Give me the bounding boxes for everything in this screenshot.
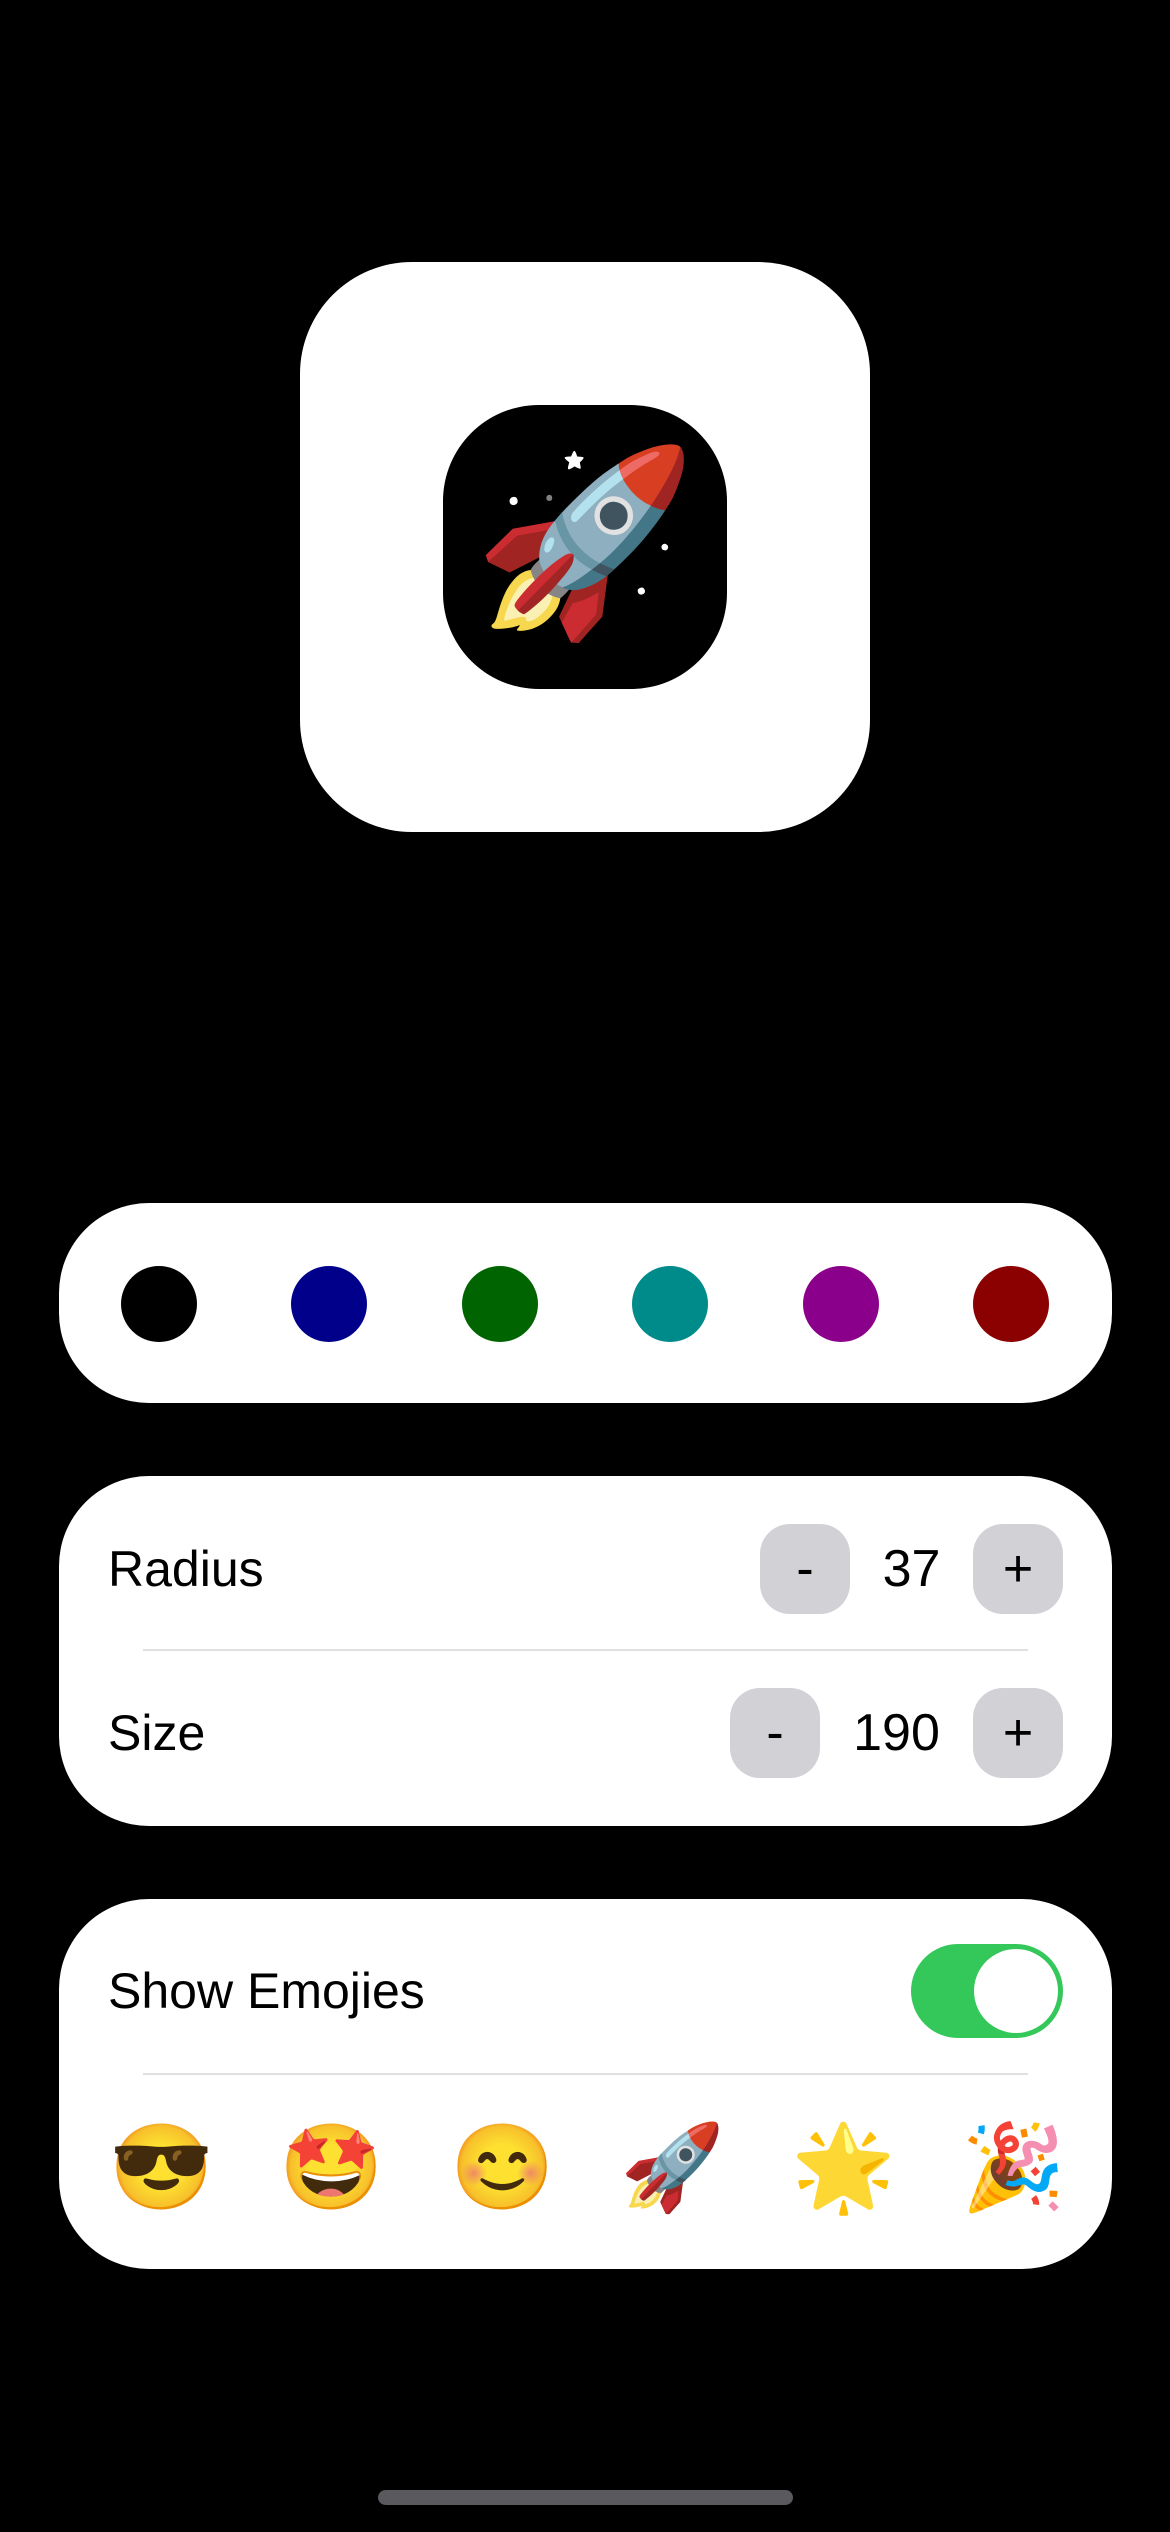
emoji-party-popper-button[interactable]: 🎉 bbox=[961, 2117, 1066, 2217]
radius-value: 37 bbox=[882, 1540, 941, 1598]
icon-preview: 🚀 bbox=[300, 262, 870, 832]
emoji-sunglasses-button[interactable]: 😎 bbox=[109, 2117, 214, 2217]
color-swatch-dark-blue[interactable] bbox=[291, 1266, 367, 1342]
show-emojies-toggle[interactable] bbox=[911, 1944, 1063, 2038]
color-swatch-black[interactable] bbox=[121, 1266, 197, 1342]
color-swatch-dark-cyan[interactable] bbox=[632, 1266, 708, 1342]
color-palette bbox=[59, 1203, 1112, 1403]
color-swatch-dark-magenta[interactable] bbox=[803, 1266, 879, 1342]
color-swatch-dark-red[interactable] bbox=[973, 1266, 1049, 1342]
radius-row: Radius - 37 + bbox=[108, 1524, 1063, 1614]
emoji-glowing-star-button[interactable]: 🌟 bbox=[791, 2117, 896, 2217]
emoji-smiling-button[interactable]: 😊 bbox=[450, 2117, 555, 2217]
radius-stepper: - 37 + bbox=[760, 1524, 1063, 1614]
size-stepper: - 190 + bbox=[730, 1688, 1063, 1778]
preview-rocket-emoji: 🚀 bbox=[472, 442, 698, 643]
home-indicator[interactable] bbox=[378, 2490, 793, 2505]
divider bbox=[143, 2073, 1028, 2075]
size-row: Size - 190 + bbox=[108, 1688, 1063, 1778]
color-swatch-dark-green[interactable] bbox=[462, 1266, 538, 1342]
emoji-picker: 😎 🤩 😊 🚀 🌟 🎉 bbox=[59, 2117, 1112, 2217]
radius-label: Radius bbox=[108, 1541, 264, 1597]
emoji-settings: Show Emojies 😎 🤩 😊 🚀 🌟 🎉 bbox=[59, 1899, 1112, 2269]
divider bbox=[143, 1649, 1028, 1651]
size-value: 190 bbox=[853, 1704, 940, 1762]
size-decrement-button[interactable]: - bbox=[730, 1688, 820, 1778]
icon-preview-inner: 🚀 bbox=[443, 405, 727, 689]
emoji-rocket-button[interactable]: 🚀 bbox=[620, 2117, 725, 2217]
settings-controls: Radius - 37 + Size - 190 + bbox=[59, 1476, 1112, 1826]
radius-decrement-button[interactable]: - bbox=[760, 1524, 850, 1614]
size-label: Size bbox=[108, 1705, 206, 1761]
emoji-star-struck-button[interactable]: 🤩 bbox=[279, 2117, 384, 2217]
show-emojies-label: Show Emojies bbox=[108, 1963, 425, 2019]
toggle-knob bbox=[974, 1949, 1058, 2033]
show-emojies-row: Show Emojies bbox=[108, 1944, 1063, 2038]
size-increment-button[interactable]: + bbox=[973, 1688, 1063, 1778]
radius-increment-button[interactable]: + bbox=[973, 1524, 1063, 1614]
